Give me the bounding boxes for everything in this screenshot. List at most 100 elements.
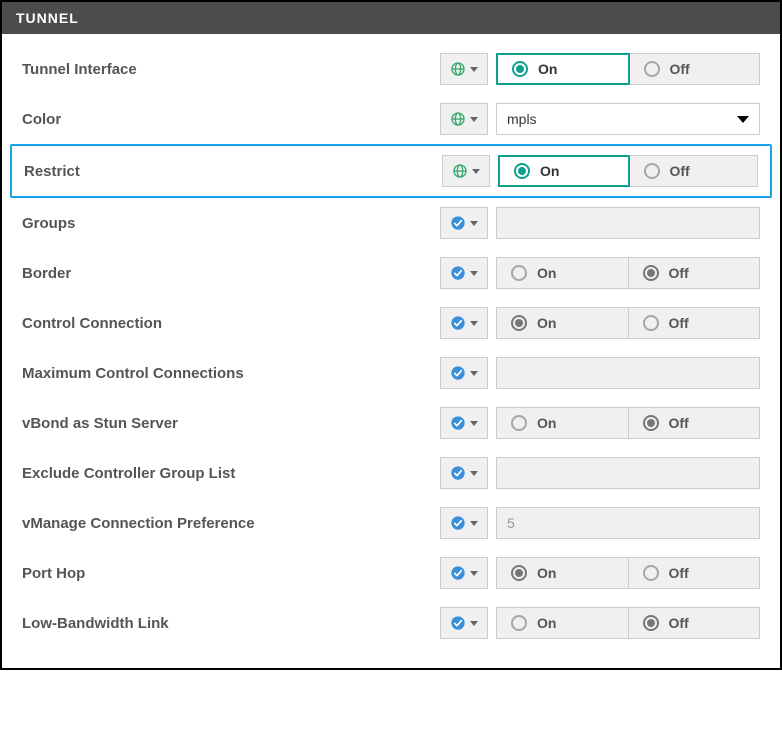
radio-off-low_bw[interactable]: Off (629, 607, 761, 639)
label-port_hop: Port Hop (22, 565, 432, 582)
radio-on-vbond_stun[interactable]: On (496, 407, 629, 439)
radio-on-label: On (537, 565, 556, 581)
radio-icon (514, 163, 530, 179)
radio-icon (644, 163, 660, 179)
value-low_bw: On Off (496, 607, 760, 639)
input-groups[interactable] (496, 207, 760, 239)
radio-off-control_conn[interactable]: Off (629, 307, 761, 339)
check-icon (450, 515, 466, 531)
row-color: Color mpls (14, 94, 768, 144)
scope-selector-control_conn[interactable] (440, 307, 488, 339)
radio-on-port_hop[interactable]: On (496, 557, 629, 589)
radio-off-tunnel_interface[interactable]: Off (630, 53, 761, 85)
label-border: Border (22, 265, 432, 282)
radio-group-restrict: On Off (498, 155, 758, 187)
chevron-down-icon (470, 571, 478, 576)
radio-off-label: Off (669, 315, 689, 331)
row-vbond_stun: vBond as Stun Server On Off (14, 398, 768, 448)
check-icon (450, 315, 466, 331)
radio-icon (512, 61, 528, 77)
radio-group-port_hop: On Off (496, 557, 760, 589)
chevron-down-icon (470, 321, 478, 326)
globe-icon (450, 61, 466, 77)
radio-off-vbond_stun[interactable]: Off (629, 407, 761, 439)
value-border: On Off (496, 257, 760, 289)
row-low_bw: Low-Bandwidth Link On Off (14, 598, 768, 648)
scope-selector-max_ctrl_conn[interactable] (440, 357, 488, 389)
value-tunnel_interface: On Off (496, 53, 760, 85)
input-value: 5 (507, 515, 515, 531)
row-port_hop: Port Hop On Off (14, 548, 768, 598)
row-border: Border On Off (14, 248, 768, 298)
check-icon (450, 215, 466, 231)
radio-icon (511, 265, 527, 281)
check-icon (450, 365, 466, 381)
scope-selector-restrict[interactable] (442, 155, 490, 187)
select-color[interactable]: mpls (496, 103, 760, 135)
radio-icon (511, 415, 527, 431)
chevron-down-icon (470, 67, 478, 72)
radio-group-border: On Off (496, 257, 760, 289)
value-groups (496, 207, 760, 239)
radio-on-control_conn[interactable]: On (496, 307, 629, 339)
radio-group-vbond_stun: On Off (496, 407, 760, 439)
chevron-down-icon (470, 371, 478, 376)
radio-off-label: Off (669, 415, 689, 431)
scope-selector-excl_ctrl_group[interactable] (440, 457, 488, 489)
radio-on-low_bw[interactable]: On (496, 607, 629, 639)
scope-selector-border[interactable] (440, 257, 488, 289)
value-max_ctrl_conn (496, 357, 760, 389)
radio-icon (511, 315, 527, 331)
radio-on-label: On (537, 415, 556, 431)
row-excl_ctrl_group: Exclude Controller Group List (14, 448, 768, 498)
radio-icon (644, 61, 660, 77)
radio-off-port_hop[interactable]: Off (629, 557, 761, 589)
radio-icon (511, 565, 527, 581)
input-excl_ctrl_group[interactable] (496, 457, 760, 489)
check-icon (450, 465, 466, 481)
scope-selector-color[interactable] (440, 103, 488, 135)
value-restrict: On Off (498, 155, 758, 187)
radio-group-low_bw: On Off (496, 607, 760, 639)
radio-off-restrict[interactable]: Off (630, 155, 759, 187)
panel-title: TUNNEL (16, 10, 79, 26)
radio-off-label: Off (669, 615, 689, 631)
chevron-down-icon (737, 116, 749, 123)
radio-off-border[interactable]: Off (629, 257, 761, 289)
chevron-down-icon (470, 521, 478, 526)
label-vmanage_pref: vManage Connection Preference (22, 515, 432, 532)
radio-on-label: On (540, 163, 559, 179)
tunnel-panel: TUNNEL Tunnel Interface On Off Color mpl… (0, 0, 782, 670)
radio-on-border[interactable]: On (496, 257, 629, 289)
check-icon (450, 615, 466, 631)
value-vmanage_pref: 5 (496, 507, 760, 539)
radio-on-restrict[interactable]: On (498, 155, 630, 187)
value-control_conn: On Off (496, 307, 760, 339)
row-tunnel_interface: Tunnel Interface On Off (14, 44, 768, 94)
value-port_hop: On Off (496, 557, 760, 589)
label-restrict: Restrict (24, 163, 434, 180)
scope-selector-low_bw[interactable] (440, 607, 488, 639)
input-vmanage_pref[interactable]: 5 (496, 507, 760, 539)
scope-selector-vbond_stun[interactable] (440, 407, 488, 439)
scope-selector-groups[interactable] (440, 207, 488, 239)
radio-icon (643, 415, 659, 431)
check-icon (450, 565, 466, 581)
value-color: mpls (496, 103, 760, 135)
label-max_ctrl_conn: Maximum Control Connections (22, 365, 432, 382)
scope-selector-tunnel_interface[interactable] (440, 53, 488, 85)
chevron-down-icon (472, 169, 480, 174)
globe-icon (450, 111, 466, 127)
radio-on-tunnel_interface[interactable]: On (496, 53, 630, 85)
label-color: Color (22, 111, 432, 128)
label-excl_ctrl_group: Exclude Controller Group List (22, 465, 432, 482)
label-control_conn: Control Connection (22, 315, 432, 332)
scope-selector-vmanage_pref[interactable] (440, 507, 488, 539)
radio-on-label: On (538, 61, 557, 77)
scope-selector-port_hop[interactable] (440, 557, 488, 589)
input-max_ctrl_conn[interactable] (496, 357, 760, 389)
row-control_conn: Control Connection On Off (14, 298, 768, 348)
radio-icon (643, 315, 659, 331)
label-tunnel_interface: Tunnel Interface (22, 61, 432, 78)
panel-body: Tunnel Interface On Off Color mpls Restr… (2, 34, 780, 668)
